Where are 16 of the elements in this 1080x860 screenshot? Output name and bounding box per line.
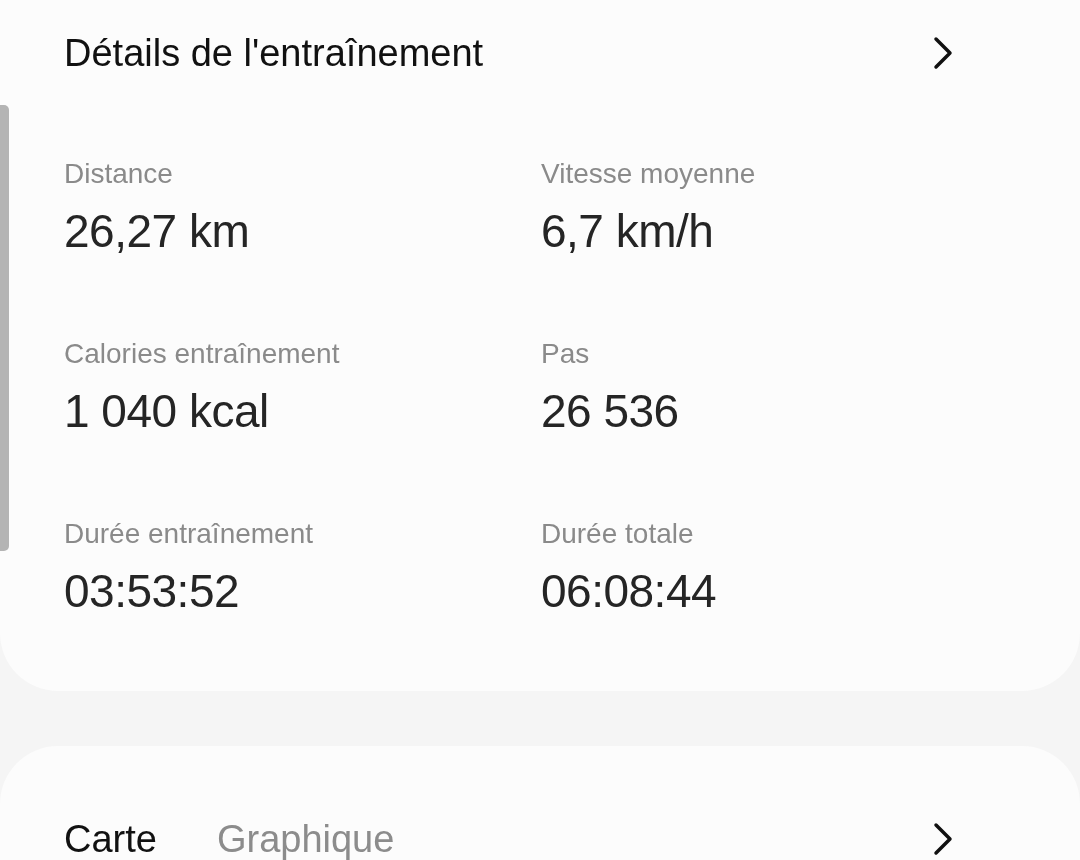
tab[interactable]: Carte (64, 820, 157, 858)
stat-value: 6,7 km/h (541, 204, 714, 258)
stat-label: Distance (64, 157, 173, 191)
stat-label: Durée entraînement (64, 517, 314, 551)
section-title: Détails de l'entraînement (64, 31, 484, 76)
stat-label: Calories entraînement (64, 337, 340, 371)
chevron-right-icon[interactable] (932, 35, 954, 71)
stat-value: 03:53:52 (64, 564, 240, 618)
stat-value: 06:08:44 (541, 564, 717, 618)
stat-label: Pas (541, 337, 590, 371)
stat-value: 26 536 (541, 384, 679, 438)
chevron-right-icon[interactable] (932, 821, 954, 857)
stat-label: Durée totale (541, 517, 694, 551)
stat-value: 1 040 kcal (64, 384, 269, 438)
stat-value: 26,27 km (64, 204, 250, 258)
stat-label: Vitesse moyenne (541, 157, 756, 191)
